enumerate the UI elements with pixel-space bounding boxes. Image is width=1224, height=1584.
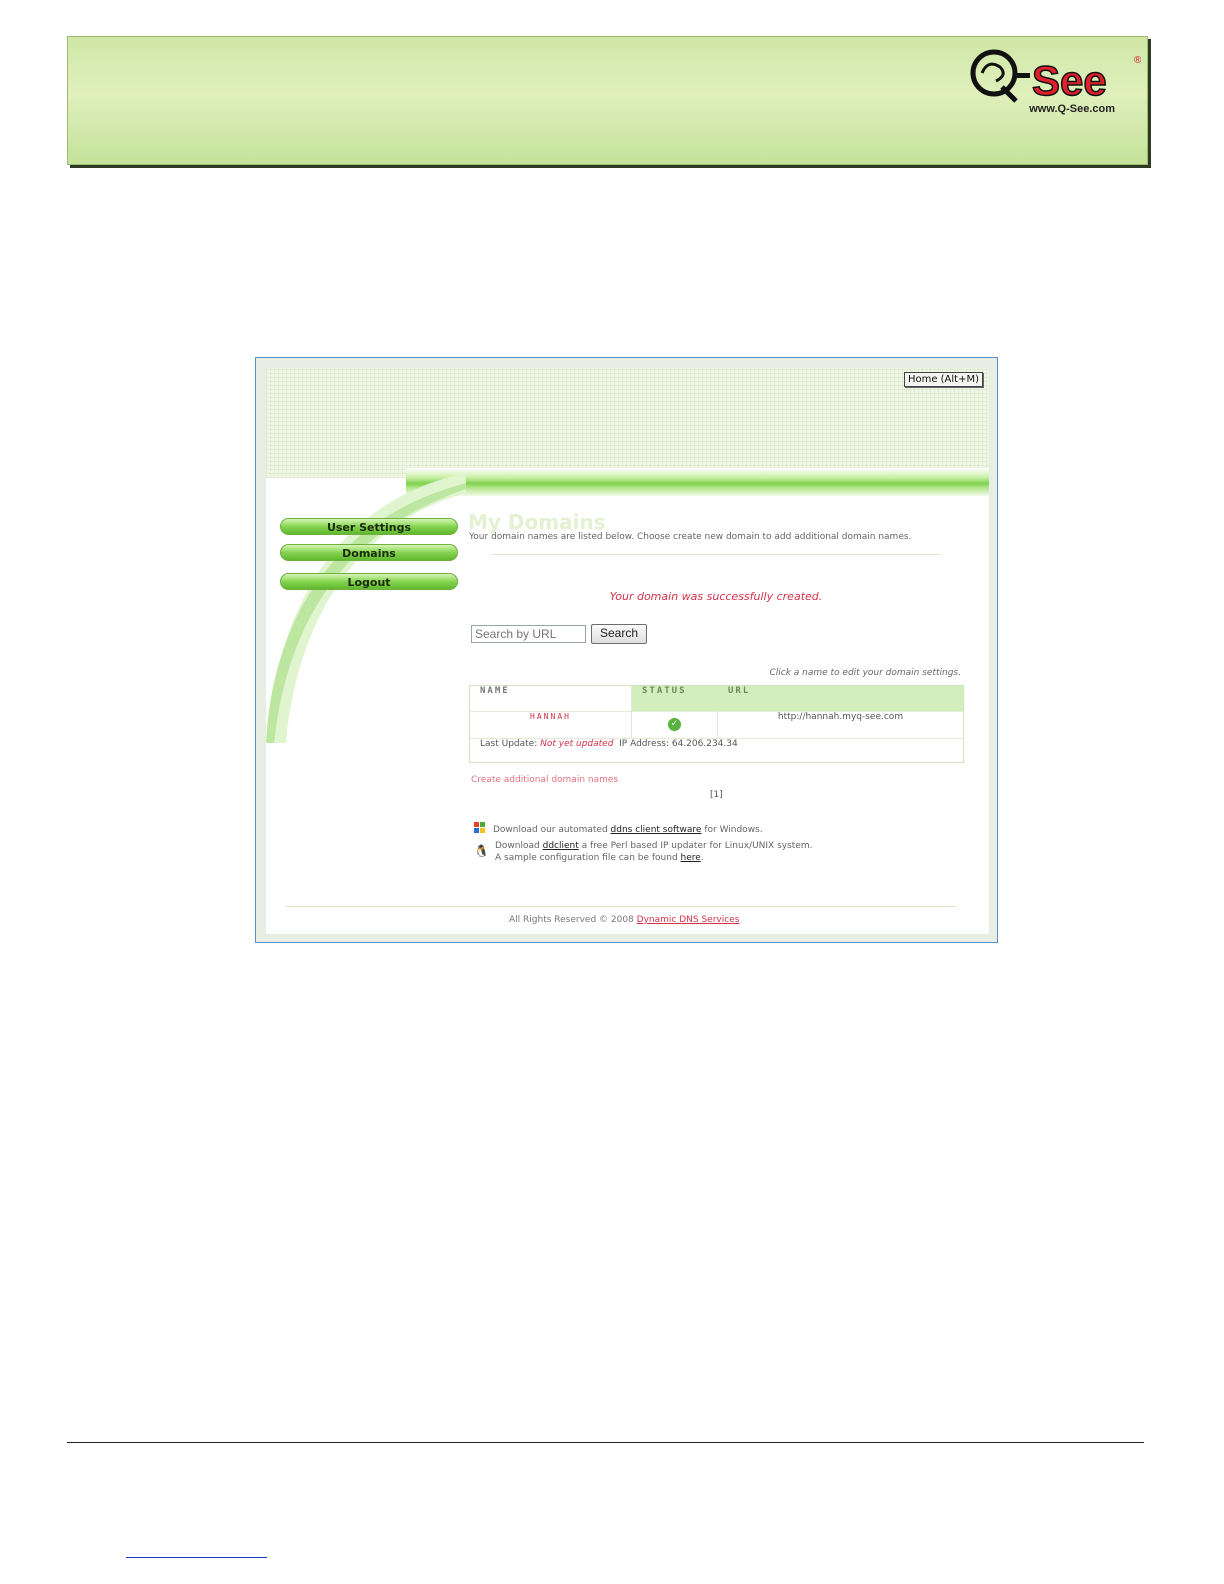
nav-user-settings[interactable]: User Settings [280, 518, 458, 535]
green-swoosh-decoration [266, 473, 466, 743]
last-update-label: Last Update: [480, 739, 538, 749]
column-header-url: URL [718, 686, 963, 711]
download1-suffix: for Windows. [701, 825, 763, 835]
check-icon: ✓ [668, 718, 681, 731]
sample-config-link[interactable]: here [681, 853, 701, 863]
domain-url: http://hannah.myq-see.com [718, 711, 963, 738]
divider [491, 554, 941, 555]
header-band [406, 468, 989, 496]
download2-line2-prefix: A sample configuration file can be found [495, 853, 681, 863]
download1-prefix: Download our automated [493, 825, 611, 835]
header-banner: See ® www.Q-See.com [67, 36, 1148, 165]
download2-line2-suffix: . [700, 853, 704, 863]
domain-name-link[interactable]: HANNAH [470, 711, 632, 738]
intro-text: Your domain names are listed below. Choo… [469, 532, 912, 542]
svg-text:®: ® [1134, 55, 1141, 66]
svg-text:See: See [1032, 57, 1107, 104]
status-cell: ✓ [632, 711, 718, 738]
edit-hint: Click a name to edit your domain setting… [769, 668, 961, 678]
pagination[interactable]: [1] [710, 790, 723, 800]
page-title: My Domains [468, 510, 606, 534]
domains-table: NAME STATUS URL HANNAH ✓ http://hannah.m… [469, 685, 964, 763]
page-footer-rule [67, 1442, 1144, 1443]
screenshot-content: Home (Alt+M) User Settings Domains Logou… [266, 368, 989, 934]
search-button[interactable]: Search [591, 624, 647, 644]
domains-screenshot: Home (Alt+M) User Settings Domains Logou… [255, 357, 998, 943]
nav-domains[interactable]: Domains [280, 544, 458, 561]
copyright: All Rights Reserved © 2008 Dynamic DNS S… [509, 915, 739, 925]
ip-value: 64.206.234.34 [671, 739, 738, 749]
column-header-status: STATUS [632, 686, 718, 711]
home-button[interactable]: Home (Alt+M) [903, 372, 983, 387]
footer-divider [286, 906, 956, 907]
create-domain-link[interactable]: Create additional domain names [471, 775, 618, 785]
logo-url: www.Q-See.com [1029, 103, 1115, 115]
copyright-text: All Rights Reserved © 2008 [509, 915, 637, 925]
windows-icon [474, 822, 485, 833]
nav-logout[interactable]: Logout [280, 573, 458, 590]
linux-download-lines: Download ddclient a free Perl based IP u… [474, 840, 812, 864]
domain-update-info: Last Update: Not yet updated IP Address:… [470, 738, 963, 762]
success-message: Your domain was successfully created. [609, 590, 823, 603]
download2-suffix: a free Perl based IP updater for Linux/U… [578, 841, 813, 851]
dynamic-dns-link[interactable]: Dynamic DNS Services [637, 915, 740, 925]
download2-line2: A sample configuration file can be found… [495, 852, 812, 864]
column-header-name: NAME [470, 686, 632, 711]
ip-label: IP Address: [619, 739, 669, 749]
download2-line1: Download ddclient a free Perl based IP u… [495, 840, 812, 852]
header-pattern [266, 368, 989, 478]
last-update-value: Not yet updated [540, 739, 614, 749]
footnote-rule [126, 1557, 267, 1558]
search-input[interactable] [471, 625, 586, 643]
download2-prefix: Download [495, 841, 543, 851]
ddns-client-link[interactable]: ddns client software [611, 825, 702, 835]
ddclient-link[interactable]: ddclient [543, 841, 579, 851]
windows-download-line: Download our automated ddns client softw… [474, 822, 763, 835]
